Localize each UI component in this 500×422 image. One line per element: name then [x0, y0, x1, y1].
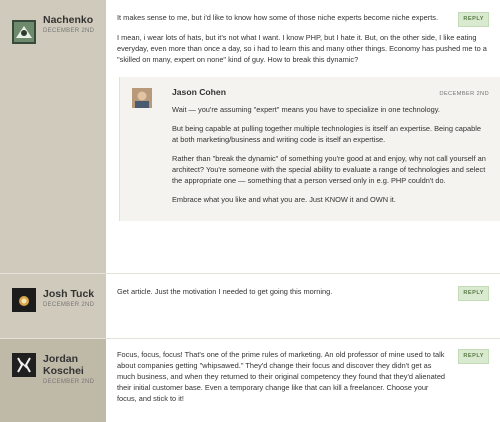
comment-date: DECEMBER 2ND: [43, 302, 95, 308]
reply-paragraph: But being capable at pulling together mu…: [172, 124, 481, 144]
reply-date: DECEMBER 2ND: [439, 91, 489, 97]
comment-body: REPLY It makes sense to me, but i'd like…: [106, 0, 500, 273]
comment-paragraph: Focus, focus, focus! That's one of the p…: [117, 350, 446, 403]
comment-body: REPLY Get article. Just the motivation I…: [106, 274, 500, 338]
comment-author-block: Jordan Koschei DECEMBER 2ND: [0, 339, 106, 422]
reply-button[interactable]: REPLY: [458, 349, 489, 364]
reply-button[interactable]: REPLY: [458, 12, 489, 27]
comment-josh-tuck: Josh Tuck DECEMBER 2ND REPLY Get article…: [0, 273, 500, 338]
nested-reply-jason-cohen: Jason Cohen DECEMBER 2ND Wait — you're a…: [119, 77, 500, 221]
comments-page: Nachenko DECEMBER 2ND REPLY It makes sen…: [0, 0, 500, 422]
comment-author-block: Nachenko DECEMBER 2ND: [0, 0, 106, 273]
comment-paragraph: Get article. Just the motivation I neede…: [117, 287, 333, 296]
avatar-nachenko: [12, 20, 36, 44]
reply-paragraph: Wait — you're assuming "expert" means yo…: [172, 105, 440, 114]
author-name-line1: Jordan: [43, 353, 79, 365]
comment-nachenko: Nachenko DECEMBER 2ND REPLY It makes sen…: [0, 0, 500, 273]
reply-paragraph: Rather than "break the dynamic" of somet…: [172, 154, 486, 185]
comment-body: REPLY Focus, focus, focus! That's one of…: [106, 339, 500, 422]
avatar-josh-tuck: [12, 288, 36, 312]
reply-paragraph: Embrace what you like and what you are. …: [172, 195, 396, 204]
comment-author-block: Josh Tuck DECEMBER 2ND: [0, 274, 106, 338]
comment-thread: Nachenko DECEMBER 2ND REPLY It makes sen…: [0, 0, 500, 422]
reply-button[interactable]: REPLY: [458, 286, 489, 301]
author-name: Josh Tuck: [43, 288, 95, 300]
comment-date: DECEMBER 2ND: [43, 379, 95, 385]
comment-paragraph: It makes sense to me, but i'd like to kn…: [117, 13, 439, 22]
author-name-line2: Koschei: [43, 365, 84, 377]
comment-date: DECEMBER 2ND: [43, 28, 95, 34]
comment-paragraph: I mean, i wear lots of hats, but it's no…: [117, 33, 487, 64]
comment-jordan-koschei: Jordan Koschei DECEMBER 2ND REPLY Focus,…: [0, 338, 500, 422]
avatar-jordan-koschei: [12, 353, 36, 377]
author-name: Nachenko: [43, 14, 94, 26]
avatar-jason-cohen: [132, 88, 152, 108]
